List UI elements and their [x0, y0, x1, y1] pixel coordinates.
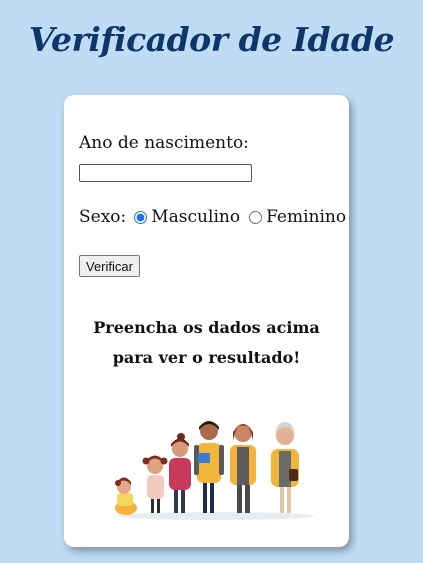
sex-option-female-label[interactable]: Feminino	[266, 207, 346, 227]
toddler-figure	[115, 477, 137, 515]
verify-button[interactable]: Verificar	[79, 255, 140, 277]
sex-label: Sexo:	[79, 207, 127, 227]
sex-radio-female[interactable]	[249, 210, 263, 224]
page-title: Verificador de Idade	[28, 20, 395, 59]
result-message: Preencha os dados acima para ver o resul…	[93, 318, 320, 367]
birth-year-input[interactable]	[79, 164, 252, 182]
girl-figure	[142, 455, 168, 513]
family-illustration	[115, 421, 314, 520]
sex-radio-male[interactable]	[134, 210, 148, 224]
verifier-card: Ano de nascimento: Sexo: Masculino Femin…	[64, 95, 349, 547]
teen-figure	[169, 433, 191, 513]
sex-field: Sexo: Masculino Feminino	[79, 207, 346, 227]
birth-year-label: Ano de nascimento:	[79, 133, 249, 153]
sex-option-male-label[interactable]: Masculino	[151, 207, 240, 227]
mother-figure	[230, 424, 256, 513]
grandmother-figure	[271, 422, 299, 513]
woman-figure	[194, 421, 224, 513]
